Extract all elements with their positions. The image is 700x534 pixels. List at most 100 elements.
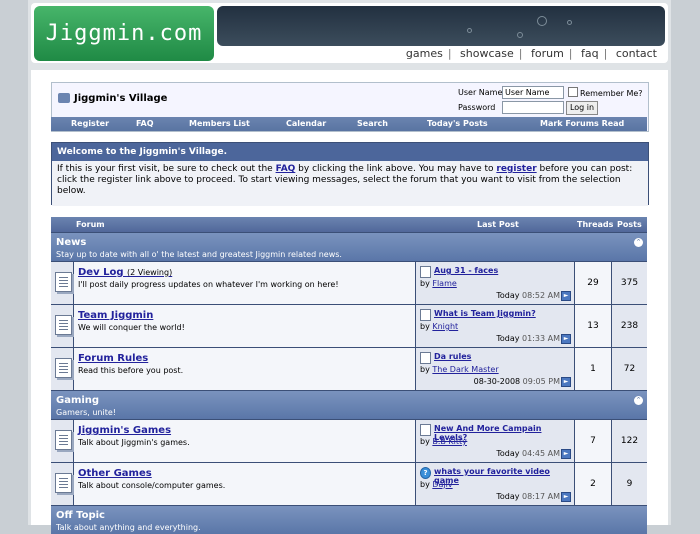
last-post-title[interactable]: whats your favorite video game (434, 467, 574, 485)
category-name[interactable]: Off Topic (56, 510, 105, 521)
forum-icon (55, 272, 72, 292)
forum-desc: Read this before you post. (78, 366, 184, 375)
last-post-title[interactable]: Da rules (434, 352, 471, 361)
forum-cell: Other Games Talk about console/computer … (74, 463, 415, 505)
forum-link[interactable]: Jiggmin's Games (78, 425, 171, 436)
question-icon: ? (420, 467, 431, 479)
nav-faq[interactable]: faq (576, 47, 604, 60)
site-logo[interactable]: Jiggmin.com (34, 6, 214, 61)
register-link[interactable]: register (496, 164, 536, 174)
username-label: User Name (458, 88, 503, 97)
link-register[interactable]: Register (71, 119, 109, 128)
link-todays-posts[interactable]: Today's Posts (427, 119, 488, 128)
main-content: Jiggmin's Village User Name Remember Me?… (31, 70, 668, 534)
post-icon (420, 266, 431, 278)
col-threads: Threads (577, 220, 614, 229)
go-to-last-post-icon[interactable]: ► (561, 291, 571, 301)
link-mark-forums-read[interactable]: Mark Forums Read (540, 119, 624, 128)
thread-count: 13 (575, 305, 611, 347)
faq-link[interactable]: FAQ (276, 164, 296, 174)
category-off-topic[interactable]: Off Topic Talk about anything and everyt… (51, 506, 647, 534)
last-post-by: by B.B Kitty (420, 437, 467, 446)
login-form: User Name Remember Me? Password Log in (456, 85, 646, 117)
last-post-user[interactable]: Knight (432, 322, 458, 331)
table-row: Jiggmin's Games Talk about Jiggmin's gam… (51, 420, 647, 462)
last-post-user[interactable]: Flame (432, 279, 456, 288)
collapse-icon[interactable]: ⌃ (634, 238, 643, 247)
post-count: 375 (612, 262, 647, 304)
forum-desc: We will conquer the world! (78, 323, 185, 332)
password-input[interactable] (502, 101, 564, 114)
last-post-date: Today 08:17 AM (496, 492, 560, 501)
category-gaming[interactable]: Gaming Gamers, unite! ⌃ (51, 391, 647, 419)
welcome-body: If this is your first visit, be sure to … (52, 161, 648, 206)
forum-desc: I'll post daily progress updates on what… (78, 280, 339, 289)
col-forum: Forum (76, 220, 105, 229)
welcome-text: by clicking the link above. You may have… (295, 164, 497, 174)
thread-count: 29 (575, 262, 611, 304)
forum-link[interactable]: Forum Rules (78, 353, 148, 364)
last-post-by: by Knight (420, 322, 459, 331)
breadcrumb: Jiggmin's Village (58, 93, 167, 104)
nav-showcase[interactable]: showcase (455, 47, 519, 60)
table-header: Forum Last Post Threads Posts (51, 217, 647, 232)
forum-link[interactable]: Other Games (78, 468, 152, 479)
welcome-text: If this is your first visit, be sure to … (57, 164, 276, 174)
remember-me-checkbox[interactable] (568, 87, 578, 97)
last-post-cell: Da rules by The Dark Master 08-30-2008 0… (416, 348, 574, 390)
forum-link[interactable]: Dev Log (2 Viewing) (78, 267, 172, 278)
category-news[interactable]: News Stay up to date with all o' the lat… (51, 233, 647, 261)
last-post-date: Today 01:33 AM (496, 334, 560, 343)
last-post-cell: Aug 31 - faces by Flame Today 08:52 AM ► (416, 262, 574, 304)
forum-linkbar: Register FAQ Members List Calendar Searc… (51, 117, 647, 131)
last-post-cell: What is Team Jiggmin? by Knight Today 01… (416, 305, 574, 347)
link-search[interactable]: Search (357, 119, 388, 128)
last-post-cell: ? whats your favorite video game by Daji… (416, 463, 574, 505)
col-posts: Posts (617, 220, 642, 229)
forum-status-cell (51, 262, 73, 304)
username-input[interactable] (502, 86, 564, 99)
collapse-icon[interactable]: ⌃ (634, 396, 643, 405)
table-row: Dev Log (2 Viewing) I'll post daily prog… (51, 262, 647, 304)
last-post-user[interactable]: B.B Kitty (432, 437, 467, 446)
post-count: 122 (612, 420, 647, 462)
last-post-title[interactable]: What is Team Jiggmin? (434, 309, 536, 318)
bubble-decoration (517, 32, 523, 38)
page-title[interactable]: Jiggmin's Village (74, 93, 167, 104)
forum-link[interactable]: Team Jiggmin (78, 310, 153, 321)
category-name[interactable]: News (56, 237, 86, 248)
go-to-last-post-icon[interactable]: ► (561, 334, 571, 344)
forum-icon (55, 473, 72, 493)
go-to-last-post-icon[interactable]: ► (561, 377, 571, 387)
link-faq[interactable]: FAQ (136, 119, 154, 128)
link-calendar[interactable]: Calendar (286, 119, 326, 128)
last-post-cell: New And More Campain Levels? by B.B Kitt… (416, 420, 574, 462)
last-post-by: by Flame (420, 279, 457, 288)
table-row: Forum Rules Read this before you post. D… (51, 348, 647, 390)
last-post-user[interactable]: The Dark Master (432, 365, 498, 374)
nav-games[interactable]: games (401, 47, 448, 60)
link-members-list[interactable]: Members List (189, 119, 250, 128)
post-count: 72 (612, 348, 647, 390)
last-post-title[interactable]: Aug 31 - faces (434, 266, 498, 275)
forum-viewing: (2 Viewing) (126, 268, 173, 277)
go-to-last-post-icon[interactable]: ► (561, 449, 571, 459)
post-count: 9 (612, 463, 647, 505)
last-post-date: Today 04:45 AM (496, 449, 560, 458)
nav-contact[interactable]: contact (611, 47, 662, 60)
welcome-title: Welcome to the Jiggmin's Village. (52, 143, 648, 161)
site-header: Jiggmin.com games | showcase | forum | faq |… (31, 3, 668, 63)
category-name[interactable]: Gaming (56, 395, 99, 406)
go-to-last-post-icon[interactable]: ► (561, 492, 571, 502)
thread-count: 2 (575, 463, 611, 505)
nav-forum[interactable]: forum (526, 47, 569, 60)
login-button[interactable]: Log in (566, 101, 598, 115)
post-icon (420, 309, 431, 321)
forum-icon (55, 315, 72, 335)
last-post-user[interactable]: Dajiv (432, 480, 452, 489)
forum-status-cell (51, 420, 73, 462)
table-row: Team Jiggmin We will conquer the world! … (51, 305, 647, 347)
bubble-decoration (567, 20, 572, 25)
forum-cell: Jiggmin's Games Talk about Jiggmin's gam… (74, 420, 415, 462)
forum-table: Forum Last Post Threads Posts News Stay … (51, 217, 647, 534)
